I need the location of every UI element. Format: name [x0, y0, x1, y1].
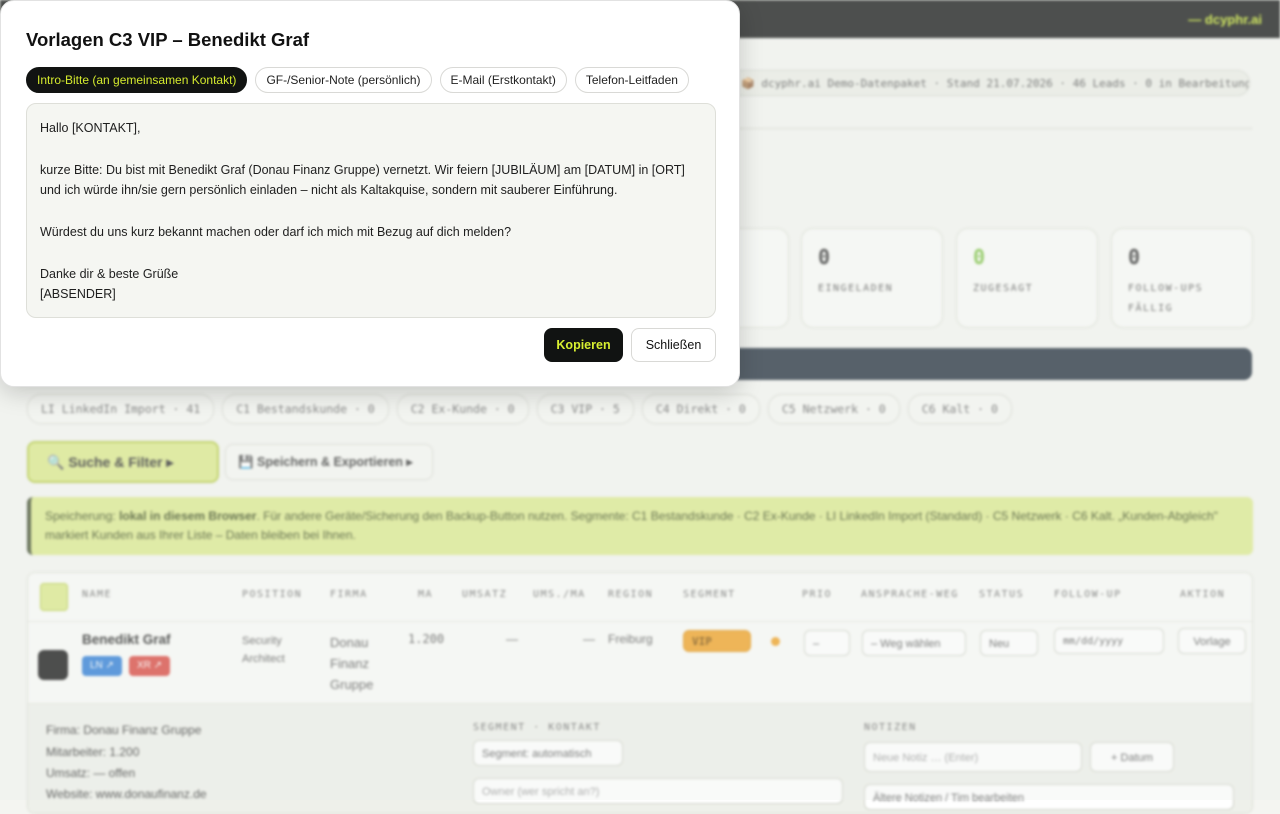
- close-button[interactable]: Schließen: [631, 328, 716, 362]
- template-text-area[interactable]: Hallo [KONTAKT], kurze Bitte: Du bist mi…: [26, 103, 716, 318]
- tab-intro-request[interactable]: Intro-Bitte (an gemeinsamen Kontakt): [26, 67, 248, 93]
- template-tabs: Intro-Bitte (an gemeinsamen Kontakt) GF-…: [26, 67, 689, 93]
- copy-button[interactable]: Kopieren: [544, 328, 623, 362]
- templates-modal: Vorlagen C3 VIP – Benedikt Graf Intro-Bi…: [0, 0, 740, 387]
- tab-senior-note[interactable]: GF-/Senior-Note (persönlich): [255, 67, 432, 93]
- modal-title: Vorlagen C3 VIP – Benedikt Graf: [26, 29, 310, 50]
- tab-email-first-contact[interactable]: E-Mail (Erstkontakt): [439, 67, 567, 93]
- tab-phone-guide[interactable]: Telefon-Leitfaden: [574, 67, 689, 93]
